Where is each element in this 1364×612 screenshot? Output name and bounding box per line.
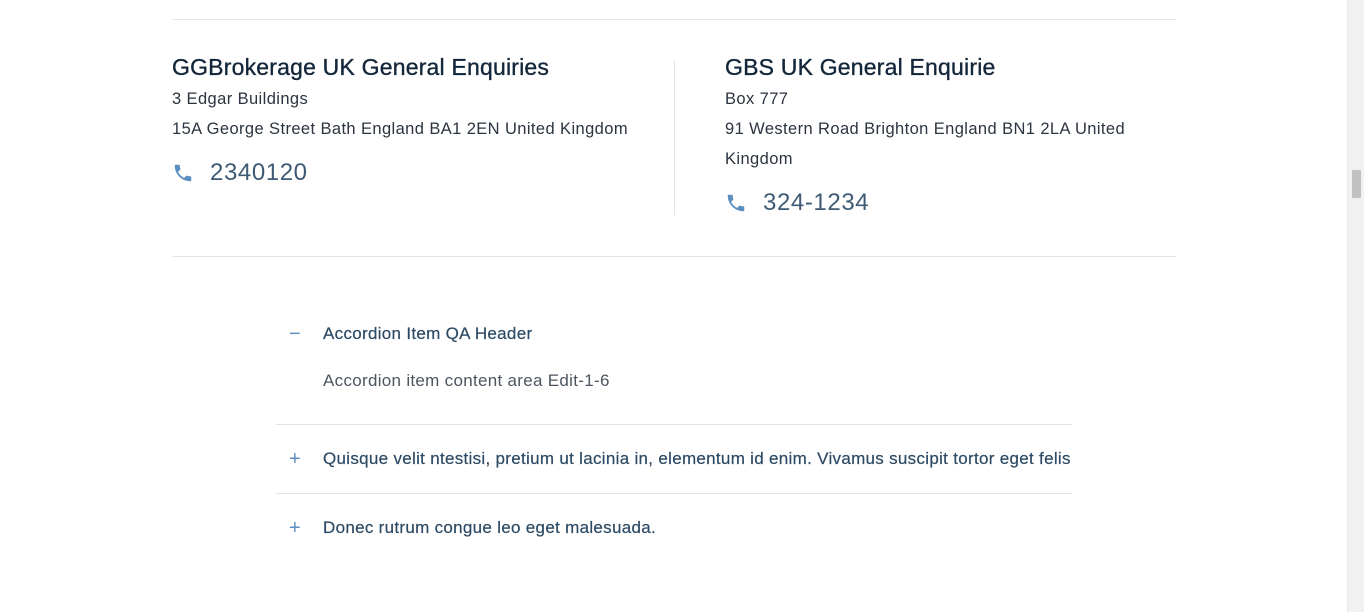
accordion-header[interactable]: − Accordion Item QA Header [276,300,1072,368]
accordion-content: Accordion item content area Edit-1-6 [323,371,610,390]
accordion: − Accordion Item QA Header Accordion ite… [276,300,1072,562]
accordion-item-expanded: − Accordion Item QA Header Accordion ite… [276,300,1072,425]
accordion-item: + Donec rutrum congue leo eget malesuada… [276,494,1072,562]
section-divider [172,256,1176,257]
address-line: 3 Edgar Buildings [172,90,309,108]
contact-card-gbs: GBS UK General Enquirie Box 777 91 Weste… [725,50,1175,220]
phone-link[interactable]: 2340120 [172,156,642,190]
contact-section: GGBrokerage UK General Enquiries 3 Edgar… [172,50,1176,230]
accordion-header[interactable]: + Quisque velit ntestisi, pretium ut lac… [276,425,1072,493]
phone-number[interactable]: 324-1234 [763,189,869,217]
vertical-scrollbar[interactable] [1347,0,1364,612]
contact-title: GBS UK General Enquirie [725,54,996,80]
phone-icon [727,194,745,212]
phone-number[interactable]: 2340120 [210,159,308,187]
scrollbar-thumb[interactable] [1352,170,1361,198]
minus-icon[interactable]: − [276,320,323,348]
address-line: 91 Western Road Brighton England BN1 2LA… [725,120,1126,168]
accordion-title[interactable]: Quisque velit ntestisi, pretium ut lacin… [323,445,1071,473]
plus-icon[interactable]: + [276,514,323,542]
contact-address: 3 Edgar Buildings 15A George Street Bath… [172,84,642,144]
contact-address: Box 777 91 Western Road Brighton England… [725,84,1175,174]
phone-link[interactable]: 324-1234 [725,186,1175,220]
accordion-item: + Quisque velit ntestisi, pretium ut lac… [276,425,1072,494]
page: GGBrokerage UK General Enquiries 3 Edgar… [0,0,1364,612]
column-divider [674,60,675,215]
contact-title: GGBrokerage UK General Enquiries [172,54,550,80]
phone-icon [174,164,192,182]
address-line: 15A George Street Bath England BA1 2EN U… [172,120,628,138]
plus-icon[interactable]: + [276,445,323,473]
accordion-title[interactable]: Accordion Item QA Header [323,320,532,348]
contact-card-ggbrokerage: GGBrokerage UK General Enquiries 3 Edgar… [172,50,642,190]
address-line: Box 777 [725,90,789,108]
accordion-title[interactable]: Donec rutrum congue leo eget malesuada. [323,514,656,542]
top-divider [172,19,1176,20]
accordion-header[interactable]: + Donec rutrum congue leo eget malesuada… [276,494,1072,562]
